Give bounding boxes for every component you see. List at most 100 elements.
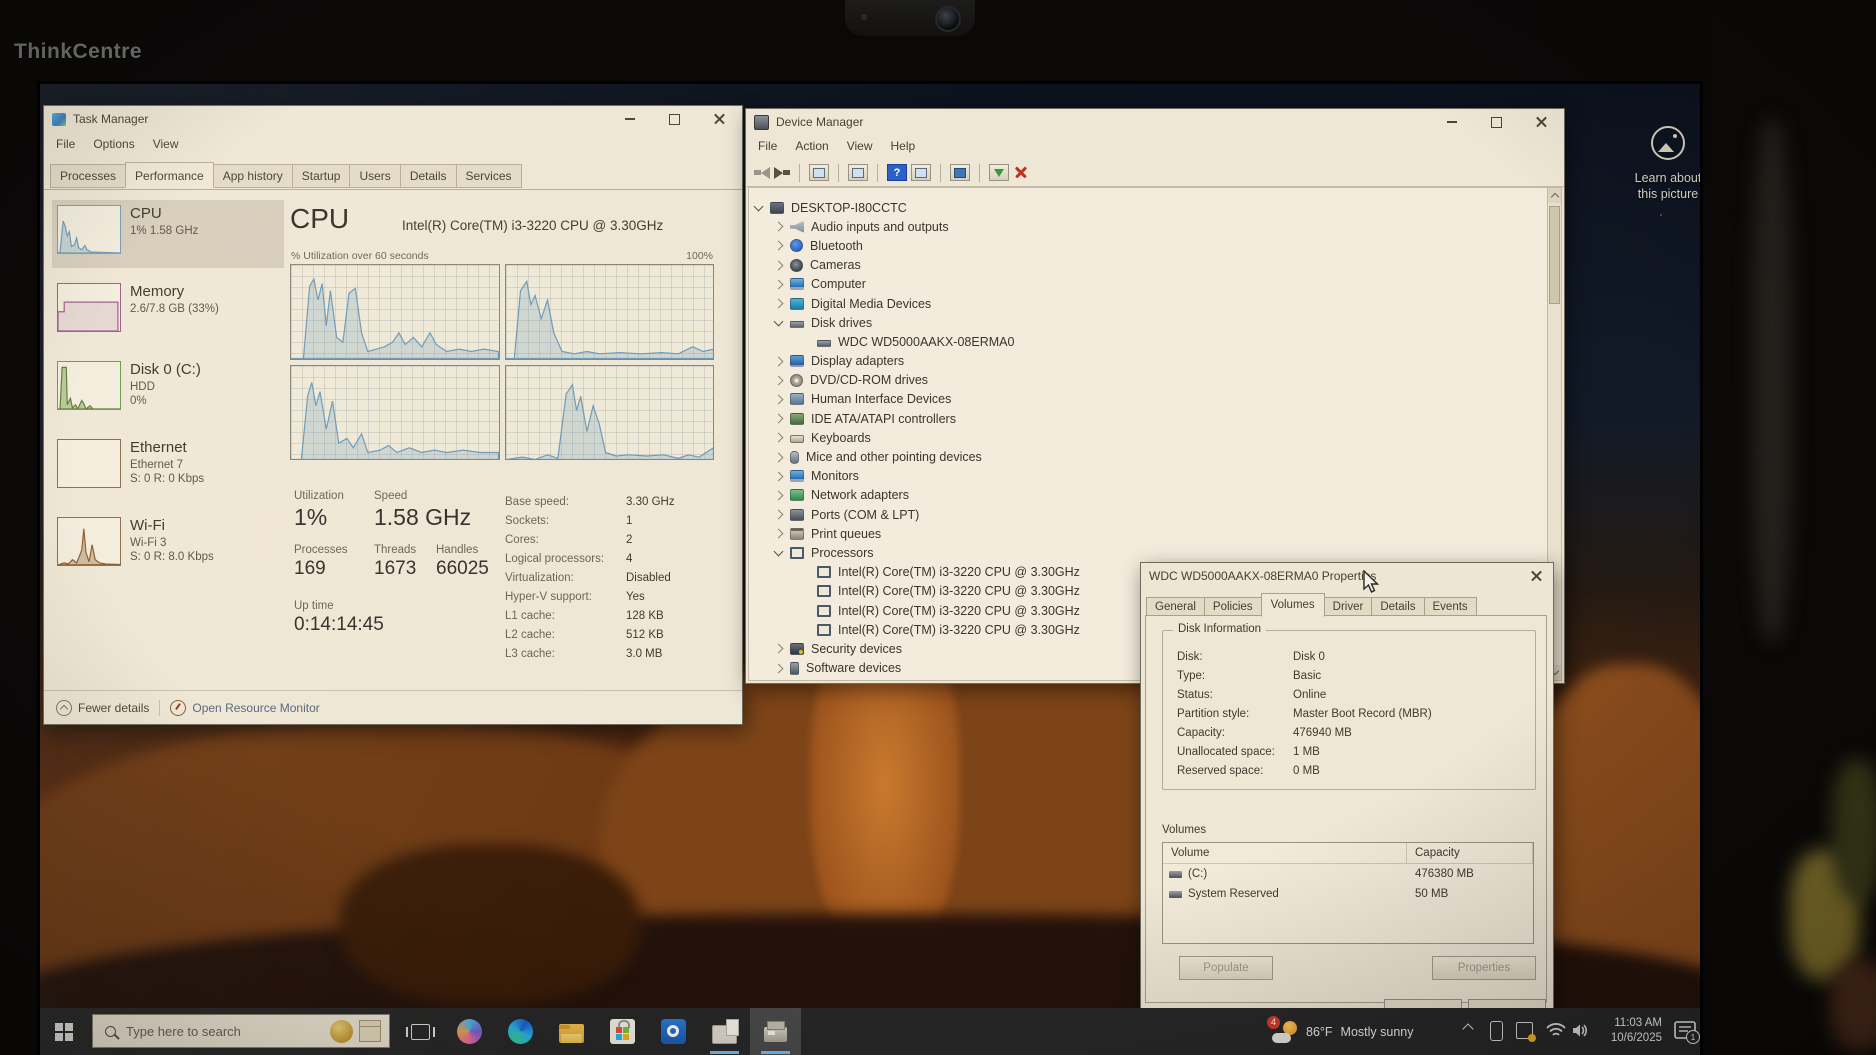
tray-alert-icon[interactable] bbox=[1516, 1022, 1533, 1039]
volumes-list[interactable]: Volume Capacity (C:)476380 MBSystem Rese… bbox=[1162, 842, 1534, 944]
menu-options[interactable]: Options bbox=[85, 135, 142, 153]
show-console-tree-button[interactable] bbox=[809, 164, 829, 181]
show-hidden-icons-button[interactable] bbox=[1464, 1025, 1474, 1035]
tab-users[interactable]: Users bbox=[349, 164, 400, 188]
tree-item-dvd-cd-rom-drives[interactable]: DVD/CD-ROM drives bbox=[749, 371, 1547, 390]
volume-row-c[interactable]: (C:)476380 MB bbox=[1163, 864, 1533, 884]
expand-chevron-icon[interactable] bbox=[774, 260, 784, 270]
tab-app-history[interactable]: App history bbox=[213, 164, 293, 188]
minimize-button[interactable] bbox=[1429, 109, 1474, 135]
tab-startup[interactable]: Startup bbox=[292, 164, 351, 188]
tree-item-desktop-i80cctc[interactable]: DESKTOP-I80CCTC bbox=[749, 198, 1547, 217]
tree-item-audio-inputs-and-outputs[interactable]: Audio inputs and outputs bbox=[749, 217, 1547, 236]
help-button[interactable] bbox=[887, 164, 907, 181]
dialog-tab-driver[interactable]: Driver bbox=[1324, 597, 1373, 617]
expand-chevron-icon[interactable] bbox=[774, 375, 784, 385]
properties-button[interactable] bbox=[848, 164, 868, 181]
menu-help[interactable]: Help bbox=[883, 137, 924, 155]
tree-item-computer[interactable]: Computer bbox=[749, 275, 1547, 294]
taskbar-app-outlook[interactable] bbox=[648, 1008, 699, 1055]
expand-chevron-icon[interactable] bbox=[774, 471, 784, 481]
action-center-button[interactable]: 1 bbox=[1674, 1021, 1696, 1041]
rewards-coin-icon[interactable] bbox=[330, 1020, 353, 1043]
tree-item-mice-and-other-pointing-devices[interactable]: Mice and other pointing devices bbox=[749, 447, 1547, 466]
tree-item-monitors[interactable]: Monitors bbox=[749, 467, 1547, 486]
tab-processes[interactable]: Processes bbox=[50, 164, 126, 188]
menu-view[interactable]: View bbox=[839, 137, 881, 155]
tree-item-digital-media-devices[interactable]: Digital Media Devices bbox=[749, 294, 1547, 313]
capacity-column-header[interactable]: Capacity bbox=[1407, 843, 1533, 863]
sidebar-tile-cpu[interactable]: CPU1% 1.58 GHz bbox=[52, 200, 284, 268]
expand-chevron-icon[interactable] bbox=[774, 222, 784, 232]
task-view-button[interactable] bbox=[398, 1008, 442, 1055]
collapse-chevron-icon[interactable] bbox=[774, 316, 784, 326]
taskbar-clock[interactable]: 11:03 AM 10/6/2025 bbox=[1584, 1016, 1662, 1046]
scrollbar-thumb[interactable] bbox=[1549, 206, 1560, 304]
tree-item-print-queues[interactable]: Print queues bbox=[749, 524, 1547, 543]
sidebar-tile-memory[interactable]: Memory2.6/7.8 GB (33%) bbox=[52, 278, 284, 346]
volume-row-system-reserved[interactable]: System Reserved50 MB bbox=[1163, 884, 1533, 904]
close-button[interactable] bbox=[1519, 563, 1553, 589]
dialog-tab-policies[interactable]: Policies bbox=[1204, 597, 1262, 617]
menu-file[interactable]: File bbox=[48, 135, 83, 153]
minimize-button[interactable] bbox=[607, 106, 652, 132]
maximize-button[interactable] bbox=[652, 106, 697, 132]
dialog-titlebar[interactable]: WDC WD5000AAKX-08ERMA0 Properties bbox=[1141, 563, 1553, 589]
wifi-icon[interactable] bbox=[1546, 1022, 1566, 1038]
close-button[interactable] bbox=[1519, 109, 1564, 135]
tree-item-display-adapters[interactable]: Display adapters bbox=[749, 352, 1547, 371]
expand-chevron-icon[interactable] bbox=[774, 414, 784, 424]
tab-details[interactable]: Details bbox=[400, 164, 457, 188]
maximize-button[interactable] bbox=[1474, 109, 1519, 135]
properties-button[interactable]: Properties bbox=[1432, 956, 1536, 980]
sidebar-tile-disk-0-c[interactable]: Disk 0 (C:)HDD0% bbox=[52, 356, 284, 424]
tree-item-bluetooth[interactable]: Bluetooth bbox=[749, 236, 1547, 255]
tree-item-disk-drives[interactable]: Disk drives bbox=[749, 313, 1547, 332]
expand-chevron-icon[interactable] bbox=[774, 452, 784, 462]
collapse-chevron-icon[interactable] bbox=[774, 547, 784, 557]
tree-item-wdc-wd5000aakx-08erma0[interactable]: WDC WD5000AAKX-08ERMA0 bbox=[749, 332, 1547, 351]
expand-chevron-icon[interactable] bbox=[774, 279, 784, 289]
taskbar-app-device-manager[interactable] bbox=[750, 1008, 801, 1055]
dialog-tab-volumes[interactable]: Volumes bbox=[1261, 593, 1325, 617]
expand-chevron-icon[interactable] bbox=[774, 510, 784, 520]
dialog-tab-general[interactable]: General bbox=[1146, 597, 1205, 617]
taskbar-app-task-manager[interactable] bbox=[699, 1008, 750, 1055]
tree-item-human-interface-devices[interactable]: Human Interface Devices bbox=[749, 390, 1547, 409]
expand-chevron-icon[interactable] bbox=[774, 644, 784, 654]
search-input[interactable]: Type here to search bbox=[92, 1014, 390, 1048]
taskbar-app-file-explorer[interactable] bbox=[546, 1008, 597, 1055]
tab-services[interactable]: Services bbox=[456, 164, 522, 188]
open-resource-monitor-link[interactable]: Open Resource Monitor bbox=[170, 700, 319, 716]
menu-action[interactable]: Action bbox=[787, 137, 836, 155]
expand-chevron-icon[interactable] bbox=[774, 663, 784, 673]
tree-item-cameras[interactable]: Cameras bbox=[749, 256, 1547, 275]
window-panes-button[interactable] bbox=[911, 164, 931, 181]
expand-chevron-icon[interactable] bbox=[774, 356, 784, 366]
expand-chevron-icon[interactable] bbox=[774, 490, 784, 500]
forward-button[interactable] bbox=[774, 167, 790, 179]
expand-chevron-icon[interactable] bbox=[774, 529, 784, 539]
close-button[interactable] bbox=[697, 106, 742, 132]
taskbar-app-store[interactable] bbox=[597, 1008, 648, 1055]
tree-item-ide-ata-atapi-controllers[interactable]: IDE ATA/ATAPI controllers bbox=[749, 409, 1547, 428]
volume-column-header[interactable]: Volume bbox=[1163, 843, 1407, 863]
taskbar-app-copilot[interactable] bbox=[444, 1008, 495, 1055]
scroll-up-button[interactable] bbox=[1548, 188, 1561, 203]
populate-button[interactable]: Populate bbox=[1179, 956, 1273, 980]
update-driver-button[interactable] bbox=[989, 164, 1009, 181]
expand-chevron-icon[interactable] bbox=[774, 241, 784, 251]
menu-file[interactable]: File bbox=[750, 137, 785, 155]
scan-hardware-changes-button[interactable] bbox=[950, 164, 970, 181]
tab-performance[interactable]: Performance bbox=[125, 162, 214, 188]
taskbar-app-edge[interactable] bbox=[495, 1008, 546, 1055]
dialog-tab-events[interactable]: Events bbox=[1424, 597, 1477, 617]
start-button[interactable] bbox=[40, 1008, 88, 1055]
tree-item-ports-com-lpt[interactable]: Ports (COM & LPT) bbox=[749, 505, 1547, 524]
dialog-tab-details[interactable]: Details bbox=[1371, 597, 1424, 617]
menu-view[interactable]: View bbox=[145, 135, 187, 153]
expand-chevron-icon[interactable] bbox=[774, 395, 784, 405]
learn-about-this-picture[interactable]: Learn about this picture bbox=[1616, 126, 1700, 202]
search-highlights-icon[interactable] bbox=[359, 1020, 381, 1042]
uninstall-device-button[interactable] bbox=[1013, 164, 1029, 181]
